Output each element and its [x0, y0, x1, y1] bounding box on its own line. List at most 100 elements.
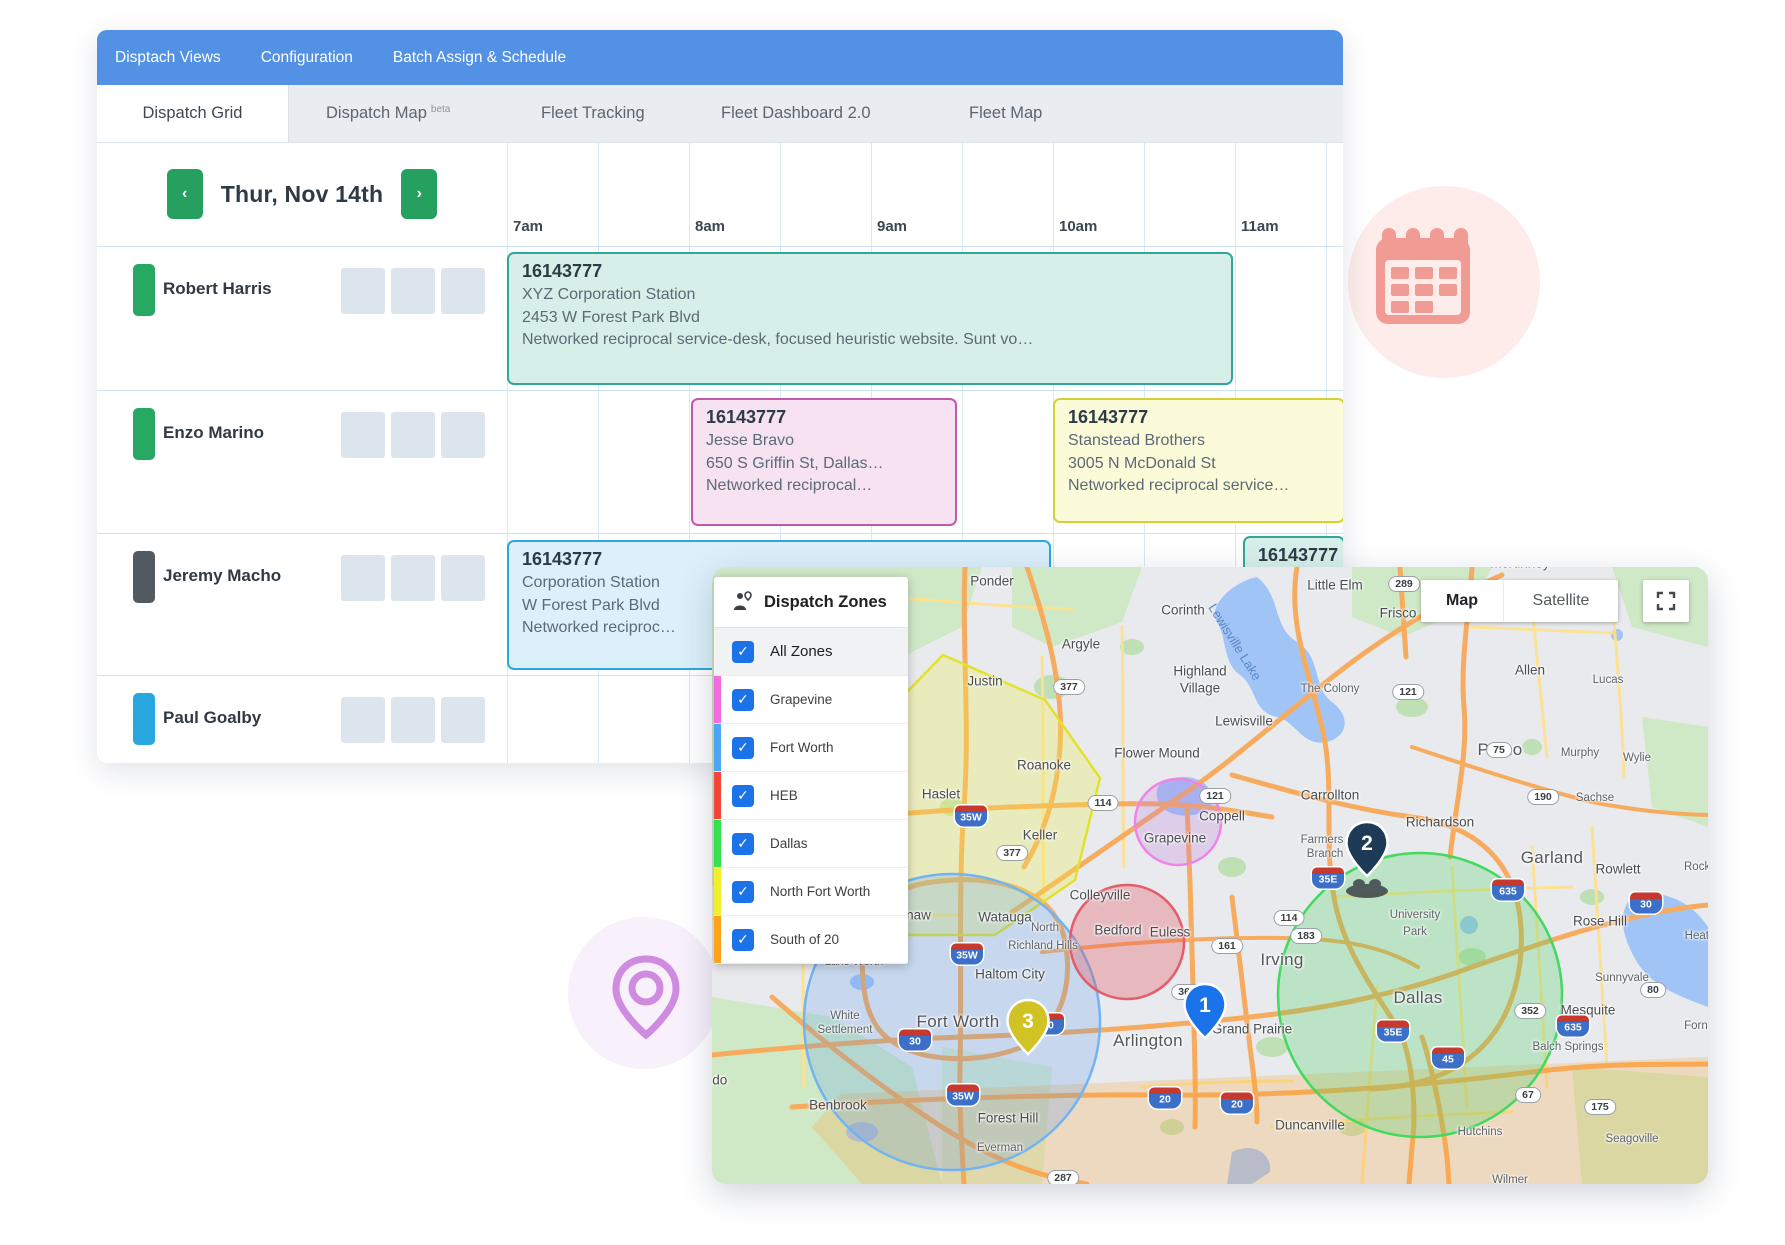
satellite-view-button[interactable]: Satellite: [1503, 580, 1618, 622]
zone-color-stripe: [714, 676, 721, 723]
time-label: 9am: [877, 218, 907, 235]
next-day-button[interactable]: ›: [401, 169, 437, 219]
time-label: 10am: [1059, 218, 1097, 235]
zone-checkbox[interactable]: ✓: [732, 881, 754, 903]
block-detail-line: Networked reciprocal service-desk, focus…: [522, 329, 1218, 352]
svg-text:2: 2: [1361, 832, 1373, 855]
map-marker-3[interactable]: 3: [1005, 998, 1051, 1061]
zone-row-grapevine: ✓ Grapevine: [714, 676, 908, 724]
resource-status-bar: [133, 551, 155, 603]
nav-item-configuration[interactable]: Configuration: [261, 49, 353, 67]
zone-color-stripe: [714, 772, 721, 819]
zone-label: Dallas: [770, 836, 808, 851]
block-job-number: 16143777: [706, 407, 942, 428]
tab-label: Fleet Tracking: [541, 104, 645, 123]
svg-text:3: 3: [1022, 1010, 1034, 1033]
tab-label: Fleet Dashboard 2.0: [721, 104, 871, 123]
resource-placeholder-box[interactable]: [391, 555, 435, 601]
time-label: 11am: [1241, 218, 1279, 235]
resource-placeholder-box[interactable]: [341, 697, 385, 743]
top-navbar: Disptach Views Configuration Batch Assign …: [97, 30, 1343, 85]
svg-text:1: 1: [1199, 994, 1211, 1017]
resource-placeholder-box[interactable]: [341, 555, 385, 601]
map-type-control: Map Satellite: [1421, 580, 1618, 622]
tab-bar: Dispatch Grid Dispatch Map beta Fleet Track…: [97, 85, 1343, 143]
resource-placeholder-box[interactable]: [441, 697, 485, 743]
zone-checkbox[interactable]: ✓: [732, 641, 754, 663]
block-job-number: 16143777: [522, 261, 1218, 282]
zone-row-dallas: ✓ Dallas: [714, 820, 908, 868]
resource-placeholder-box[interactable]: [441, 268, 485, 314]
resource-placeholder-box[interactable]: [341, 412, 385, 458]
dispatch-map[interactable]: PonderLittle ElmFriscoMcKinneyCorinthArg…: [712, 567, 1708, 1184]
zone-checkbox[interactable]: ✓: [732, 785, 754, 807]
block-detail-line: Networked reciprocal…: [706, 475, 942, 498]
zone-row-all-zones: ✓ All Zones: [714, 628, 908, 676]
zone-color-stripe: [714, 724, 721, 771]
grid-line: [507, 142, 508, 763]
tab-fleet-dashboard-2-0[interactable]: Fleet Dashboard 2.0: [683, 85, 969, 142]
block-detail-line: Jesse Bravo: [706, 430, 942, 453]
zone-row-fort-worth: ✓Fort Worth: [714, 724, 908, 772]
zone-color-stripe: [714, 868, 721, 915]
zone-label: All Zones: [770, 643, 833, 660]
zone-label: North Fort Worth: [770, 884, 870, 899]
schedule-block[interactable]: 16143777Jesse Bravo650 S Griffin St, Dal…: [691, 398, 957, 526]
resource-placeholder-box[interactable]: [341, 268, 385, 314]
resource-placeholder-box[interactable]: [391, 412, 435, 458]
block-detail-line: XYZ Corporation Station: [522, 284, 1218, 307]
row-divider: [97, 246, 1343, 247]
schedule-block[interactable]: 16143777Stanstead Brothers3005 N McDonal…: [1053, 398, 1343, 523]
location-pin-icon: [610, 955, 682, 1041]
date-label: Thur, Nov 14th: [221, 181, 384, 208]
map-view-button[interactable]: Map: [1421, 580, 1503, 622]
block-detail-line: Networked reciprocal service…: [1068, 475, 1330, 498]
resource-placeholder-box[interactable]: [391, 697, 435, 743]
beta-badge: beta: [431, 104, 450, 115]
fullscreen-button[interactable]: [1643, 580, 1689, 622]
block-detail-line: 650 S Griffin St, Dallas…: [706, 453, 942, 476]
page: Disptach Views Configuration Batch Assign …: [0, 0, 1785, 1245]
map-marker-1[interactable]: 1: [1182, 982, 1228, 1045]
resource-placeholder-box[interactable]: [441, 555, 485, 601]
tab-label: Dispatch Grid: [143, 104, 243, 123]
nav-item-disptach-views[interactable]: Disptach Views: [115, 49, 221, 67]
zone-checkbox[interactable]: ✓: [732, 689, 754, 711]
zone-checkbox[interactable]: ✓: [732, 737, 754, 759]
calendar-icon: [1368, 220, 1478, 330]
zone-checkbox[interactable]: ✓: [732, 929, 754, 951]
row-divider: [97, 390, 1343, 391]
resource-name: Jeremy Macho: [163, 566, 281, 586]
block-detail-line: 3005 N McDonald St: [1068, 453, 1330, 476]
fullscreen-icon: [1656, 591, 1676, 611]
zones-panel-title: Dispatch Zones: [764, 593, 887, 612]
zone-label: HEB: [770, 788, 798, 803]
resource-name: Robert Harris: [163, 279, 272, 299]
resource-name: Paul Goalby: [163, 708, 261, 728]
block-detail-line: 2453 W Forest Park Blvd: [522, 307, 1218, 330]
nav-item-batch-assign-schedule[interactable]: Batch Assign & Schedule: [393, 49, 566, 67]
map-marker-2[interactable]: 2: [1344, 820, 1390, 883]
dispatch-zones-panel: Dispatch Zones ✓ All Zones ✓ Grapevine ✓Fort…: [714, 577, 908, 964]
zone-color-stripe: [714, 820, 721, 867]
resource-placeholder-box[interactable]: [441, 412, 485, 458]
zone-label: Grapevine: [770, 692, 832, 707]
prev-day-button[interactable]: ‹: [167, 169, 203, 219]
tab-dispatch-grid[interactable]: Dispatch Grid: [97, 85, 289, 142]
zones-panel-header: Dispatch Zones: [714, 577, 908, 628]
resource-status-bar: [133, 264, 155, 316]
zone-label: South of 20: [770, 932, 839, 947]
marker-shadow-blob: [1346, 884, 1388, 898]
block-job-number: 16143777: [1068, 407, 1330, 428]
resource-placeholder-box[interactable]: [391, 268, 435, 314]
resource-status-bar: [133, 408, 155, 460]
date-navigator: ‹ Thur, Nov 14th ›: [97, 142, 507, 246]
time-label: 8am: [695, 218, 725, 235]
schedule-block[interactable]: 16143777XYZ Corporation Station2453 W Fo…: [507, 252, 1233, 385]
zone-color-stripe: [714, 916, 721, 963]
zone-row-north-fort-worth: ✓ North Fort Worth: [714, 868, 908, 916]
zone-checkbox[interactable]: ✓: [732, 833, 754, 855]
tab-fleet-map[interactable]: Fleet Map: [931, 85, 1149, 142]
tab-label: Dispatch Map: [326, 104, 427, 123]
tab-label: Fleet Map: [969, 104, 1042, 123]
